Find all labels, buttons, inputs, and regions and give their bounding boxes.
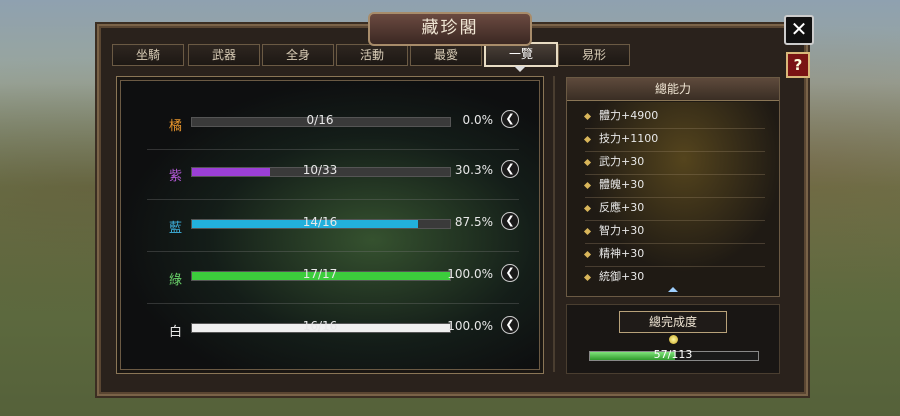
diamond-bullet-icon	[583, 135, 592, 143]
tab-full-body[interactable]: 全身	[262, 44, 334, 66]
close-button[interactable]: ✕	[784, 15, 814, 45]
tab-favorite[interactable]: 最愛	[410, 44, 482, 66]
stat-item: 武力+30	[583, 152, 765, 175]
stats-header: 總能力	[567, 78, 779, 101]
grade-count: 10/33	[302, 163, 338, 177]
stat-text: 反應+30	[599, 201, 645, 214]
grade-row-purple: 紫 10/33 30.3% ❮	[147, 151, 519, 200]
diamond-bullet-icon	[583, 273, 592, 281]
diamond-bullet-icon	[583, 112, 592, 120]
diamond-bullet-icon	[583, 250, 592, 258]
grade-percent: 30.3%	[454, 163, 493, 177]
grade-count: 14/16	[302, 215, 338, 229]
tab-transform[interactable]: 易形	[558, 44, 630, 66]
grade-label: 綠	[169, 273, 183, 288]
stat-text: 智力+30	[599, 224, 645, 237]
grade-percent: 87.5%	[454, 215, 493, 229]
grade-row-green: 綠 17/17 100.0% ❮	[147, 255, 519, 304]
grade-label: 紫	[169, 169, 183, 184]
window-title: 藏珍閣	[368, 12, 532, 46]
gem-icon	[669, 335, 678, 344]
expand-button[interactable]: ❮	[501, 160, 519, 178]
stat-item: 智力+30	[583, 221, 765, 244]
collection-panel: 橘 0/16 0.0% ❮ 紫 10/33 30.3% ❮ 藍 14/16 87…	[116, 76, 544, 374]
grade-count: 16/16	[302, 319, 338, 333]
stat-text: 統御+30	[599, 270, 645, 283]
grade-row-orange: 橘 0/16 0.0% ❮	[147, 101, 519, 150]
stat-item: 反應+30	[583, 198, 765, 221]
tab-weapon[interactable]: 武器	[188, 44, 260, 66]
grade-label: 白	[169, 325, 183, 340]
tab-event[interactable]: 活動	[336, 44, 408, 66]
completion-panel: 總完成度 57/113	[566, 304, 780, 374]
diamond-bullet-icon	[583, 158, 592, 166]
expand-button[interactable]: ❮	[501, 316, 519, 334]
completion-value: 57/113	[653, 348, 693, 361]
completion-label: 總完成度	[619, 311, 727, 333]
stats-panel: 總能力 體力+4900 技力+1100 武力+30 體魄+30 反應+30 智力…	[566, 77, 780, 297]
expand-button[interactable]: ❮	[501, 264, 519, 282]
stat-item: 體魄+30	[583, 175, 765, 198]
active-tab-pointer	[514, 66, 526, 72]
stat-item: 精神+30	[583, 244, 765, 267]
grade-percent: 100.0%	[447, 319, 493, 333]
stat-text: 精神+30	[599, 247, 645, 260]
grade-label: 橘	[169, 119, 183, 134]
help-button[interactable]: ?	[786, 52, 810, 78]
stat-item: 技力+1100	[583, 129, 765, 152]
stat-text: 技力+1100	[599, 132, 659, 145]
grade-row-blue: 藍 14/16 87.5% ❮	[147, 203, 519, 252]
grade-count: 17/17	[302, 267, 338, 281]
diamond-bullet-icon	[583, 227, 592, 235]
expand-button[interactable]: ❮	[501, 212, 519, 230]
grade-percent: 100.0%	[447, 267, 493, 281]
stat-text: 體力+4900	[599, 109, 659, 122]
stat-item: 體力+4900	[583, 106, 765, 129]
stat-text: 體魄+30	[599, 178, 645, 191]
scroll-down-indicator-icon	[668, 287, 678, 292]
panel-divider	[553, 76, 555, 372]
diamond-bullet-icon	[583, 181, 592, 189]
stats-list[interactable]: 體力+4900 技力+1100 武力+30 體魄+30 反應+30 智力+30 …	[567, 102, 779, 292]
grade-row-white: 白 16/16 100.0% ❮	[147, 307, 519, 355]
diamond-bullet-icon	[583, 204, 592, 212]
stat-item: 統御+30	[583, 267, 765, 289]
tab-mount[interactable]: 坐騎	[112, 44, 184, 66]
grade-percent: 0.0%	[462, 113, 494, 127]
grade-count: 0/16	[306, 113, 334, 127]
expand-button[interactable]: ❮	[501, 110, 519, 128]
stat-text: 武力+30	[599, 155, 645, 168]
grade-label: 藍	[169, 221, 183, 236]
